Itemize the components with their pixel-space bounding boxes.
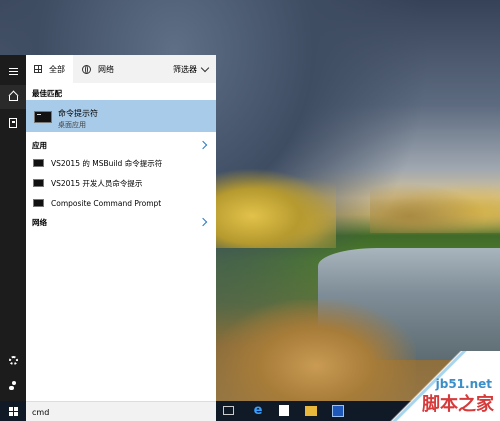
feedback-icon xyxy=(8,381,18,391)
search-input[interactable] xyxy=(30,404,214,421)
best-match-result[interactable]: 命令提示符 桌面应用 xyxy=(26,100,216,132)
chevron-down-icon xyxy=(200,63,210,72)
notebook-icon xyxy=(9,118,17,128)
filter-dropdown[interactable]: 筛选器 xyxy=(173,55,210,83)
globe-icon xyxy=(82,64,91,74)
tab-web[interactable]: 网络 xyxy=(73,55,143,83)
store-icon[interactable] xyxy=(279,405,289,416)
web-header[interactable]: 网络 xyxy=(32,217,47,228)
command-prompt-icon xyxy=(34,111,52,123)
best-match-subtitle: 桌面应用 xyxy=(58,121,86,129)
apps-header[interactable]: 应用 xyxy=(32,140,47,151)
scope-bar: 全部 网络 筛选器 xyxy=(26,55,216,83)
watermark-name: 脚本之家 xyxy=(422,394,494,415)
gear-icon xyxy=(8,355,18,365)
best-match-title: 命令提示符 xyxy=(58,109,98,118)
file-explorer-icon[interactable] xyxy=(305,406,317,416)
home-button[interactable] xyxy=(0,85,26,109)
tab-all[interactable]: 全部 xyxy=(26,55,73,83)
app-result-item[interactable]: Composite Command Prompt xyxy=(26,194,216,212)
command-prompt-icon xyxy=(33,199,44,207)
filter-label: 筛选器 xyxy=(173,64,197,74)
app-icon[interactable] xyxy=(332,405,344,417)
feedback-button[interactable] xyxy=(0,374,26,398)
watermark: jb51.net 脚本之家 xyxy=(358,351,500,421)
start-rail xyxy=(0,55,26,421)
edge-icon[interactable]: e xyxy=(251,404,265,418)
settings-button[interactable] xyxy=(0,348,26,372)
command-prompt-icon xyxy=(33,179,44,187)
app-result-item[interactable]: VS2015 开发人员命令提示 xyxy=(26,174,216,192)
app-result-label: Composite Command Prompt xyxy=(51,198,162,208)
watermark-site: jb51.net xyxy=(435,377,492,391)
start-button[interactable] xyxy=(0,401,26,421)
hamburger-icon[interactable] xyxy=(0,59,26,83)
home-icon xyxy=(8,93,18,101)
apps-expand-chevron-icon[interactable] xyxy=(198,140,208,150)
windows-logo-icon xyxy=(8,406,18,416)
wallpaper-trees-right xyxy=(370,178,500,233)
task-view-icon[interactable] xyxy=(223,406,234,415)
app-result-label: VS2015 的 MSBuild 命令提示符 xyxy=(51,158,163,168)
app-result-label: VS2015 开发人员命令提示 xyxy=(51,178,143,188)
notebook-button[interactable] xyxy=(0,111,26,135)
tab-all-label: 全部 xyxy=(49,64,65,74)
search-box[interactable] xyxy=(26,401,216,421)
command-prompt-icon xyxy=(33,159,44,167)
web-expand-chevron-icon[interactable] xyxy=(198,217,208,227)
app-result-item[interactable]: VS2015 的 MSBuild 命令提示符 xyxy=(26,154,216,172)
wallpaper-trees-left xyxy=(216,168,336,248)
best-match-header: 最佳匹配 xyxy=(32,89,62,98)
search-panel: 全部 网络 筛选器 最佳匹配 命令提示符 桌面应用 应用 VS2015 的 MS… xyxy=(26,55,216,401)
grid-icon xyxy=(34,65,42,73)
tab-web-label: 网络 xyxy=(98,64,114,74)
